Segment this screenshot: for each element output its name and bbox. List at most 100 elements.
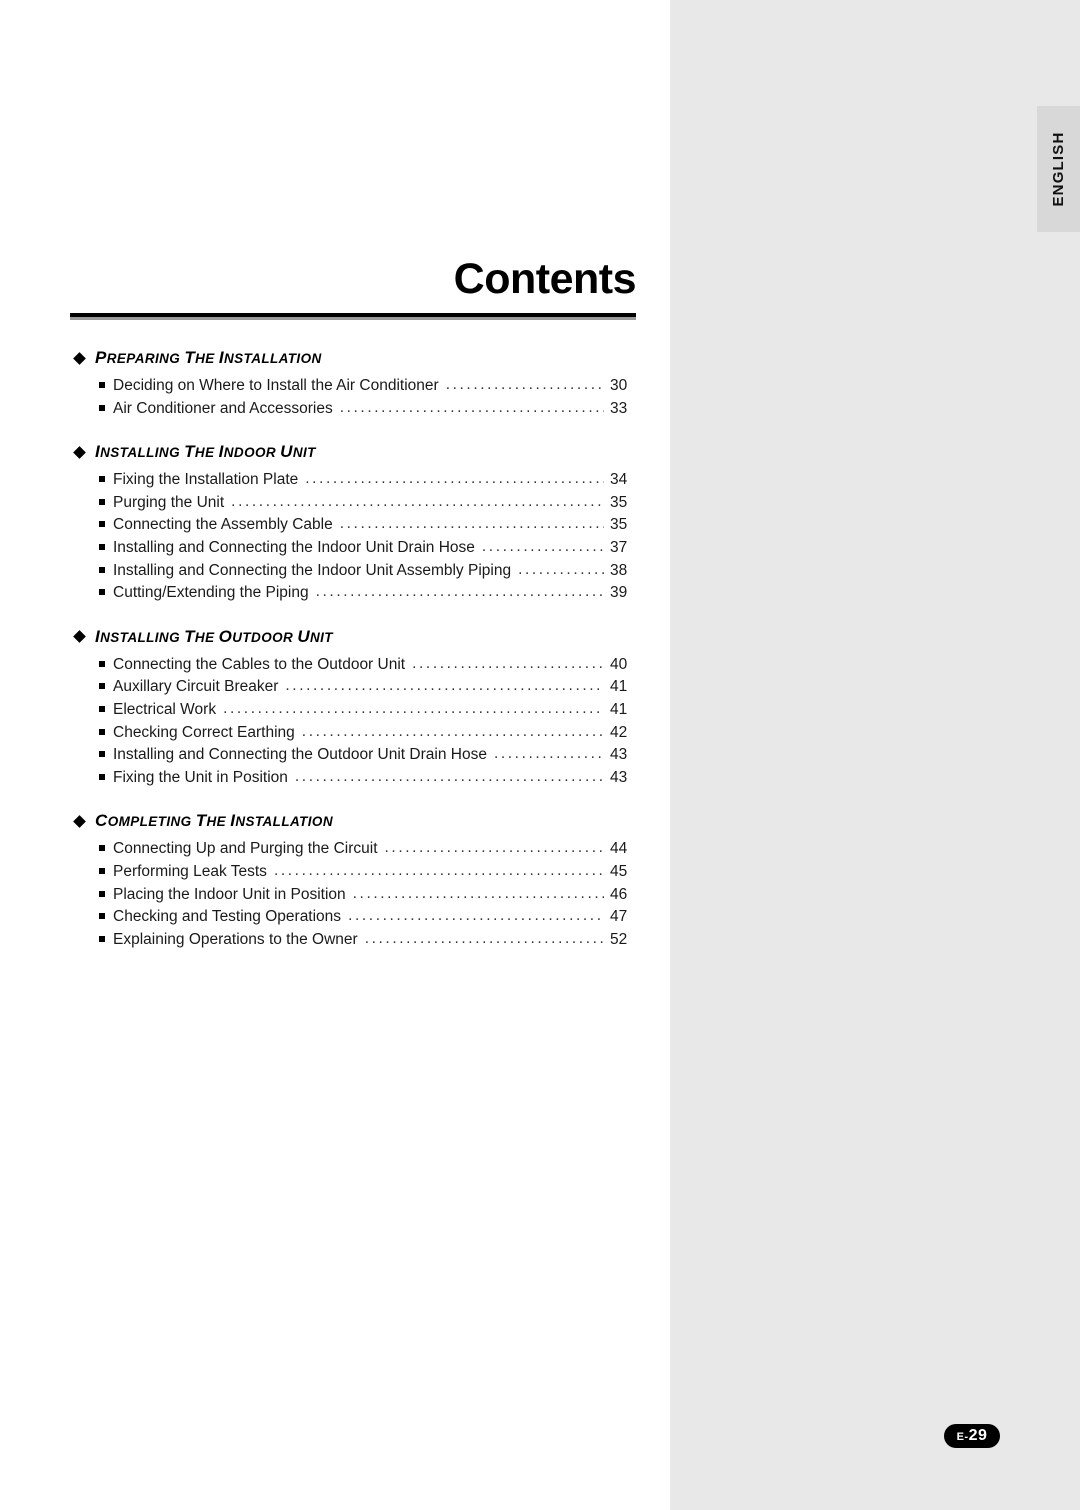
square-bullet-icon <box>99 867 105 874</box>
toc-entry-label: Cutting/Extending the Piping <box>113 584 309 602</box>
diamond-bullet-icon <box>73 351 86 365</box>
toc-entry-page: 45 <box>610 862 628 880</box>
toc-entry-page: 35 <box>610 516 628 534</box>
square-bullet-icon <box>99 382 105 388</box>
toc-entry-page: 43 <box>610 746 628 764</box>
leader-dots: ........................................… <box>481 537 604 555</box>
square-bullet-icon <box>99 521 105 528</box>
square-bullet-icon <box>99 773 105 780</box>
diamond-bullet-icon <box>73 630 86 644</box>
leader-dots: ........................................… <box>445 376 604 393</box>
page-title: Contents <box>453 255 637 303</box>
toc-section-title: COMPLETING THE INSTALLATION <box>95 811 333 831</box>
toc-entry-label: Connecting Up and Purging the Circuit <box>113 840 378 858</box>
square-bullet-icon <box>99 543 105 550</box>
leader-dots: ........................................… <box>285 677 604 695</box>
toc-entry-label: Explaining Operations to the Owner <box>113 930 358 948</box>
square-bullet-icon <box>99 660 105 667</box>
toc-entry-label: Performing Leak Tests <box>113 862 267 880</box>
diamond-bullet-icon <box>73 814 86 828</box>
page-content: Contents PREPARING THE INSTALLATION Decid… <box>0 0 1080 1510</box>
leader-dots: ........................................… <box>352 884 604 902</box>
toc-entry[interactable]: Fixing the Installation Plate...........… <box>99 469 636 492</box>
toc-entry-label: Installing and Connecting the Indoor Uni… <box>113 538 475 556</box>
folio-number: 29 <box>968 1427 988 1444</box>
leader-dots: ........................................… <box>339 515 604 533</box>
toc-entry-page: 40 <box>610 655 628 673</box>
toc-entry-page: 47 <box>610 908 628 926</box>
toc-entry-label: Deciding on Where to Install the Air Con… <box>113 377 439 394</box>
toc-entry-label: Checking and Testing Operations <box>113 908 342 926</box>
toc-entry[interactable]: Fixing the Unit in Position.............… <box>99 767 636 790</box>
toc-entry-label: Electrical Work <box>113 700 217 718</box>
toc-entry[interactable]: Checking Correct Earthing...............… <box>99 722 636 745</box>
toc-entry-label: Placing the Indoor Unit in Position <box>113 885 346 903</box>
toc-section: PREPARING THE INSTALLATION Deciding on Wh… <box>70 348 636 420</box>
toc-entry[interactable]: Air Conditioner and Accessories.........… <box>99 398 636 421</box>
leader-dots: ........................................… <box>384 839 604 857</box>
leader-dots: ........................................… <box>223 699 604 717</box>
toc-entry-label: Checking Correct Earthing <box>113 723 295 741</box>
folio-prefix: E- <box>956 1431 969 1443</box>
toc-entry[interactable]: Electrical Work.........................… <box>99 699 636 722</box>
toc-entry[interactable]: Auxillary Circuit Breaker...............… <box>99 676 636 699</box>
toc-entry[interactable]: Installing and Connecting the Outdoor Un… <box>99 744 636 767</box>
leader-dots: ........................................… <box>364 929 604 947</box>
square-bullet-icon <box>99 498 105 505</box>
square-bullet-icon <box>99 913 105 920</box>
toc-entry-label: Fixing the Installation Plate <box>113 471 299 489</box>
leader-dots: ........................................… <box>294 767 604 785</box>
toc-entry-page: 52 <box>610 930 628 948</box>
toc-entry[interactable]: Connecting Up and Purging the Circuit...… <box>99 838 636 861</box>
toc-entry-page: 41 <box>610 678 628 696</box>
toc-entry-page: 33 <box>610 399 628 417</box>
toc-entry-page: 35 <box>610 493 628 511</box>
toc-section: INSTALLING THE INDOOR UNIT Fixing the Ins… <box>70 442 636 605</box>
toc-entry[interactable]: Checking and Testing Operations.........… <box>99 906 636 929</box>
table-of-contents: PREPARING THE INSTALLATION Deciding on Wh… <box>70 348 636 973</box>
toc-section-title: INSTALLING THE INDOOR UNIT <box>95 442 316 462</box>
toc-entry[interactable]: Installing and Connecting the Indoor Uni… <box>99 560 636 583</box>
square-bullet-icon <box>99 683 105 690</box>
toc-entry[interactable]: Purging the Unit........................… <box>99 492 636 515</box>
toc-entry-page: 43 <box>610 768 628 786</box>
square-bullet-icon <box>99 728 105 735</box>
toc-entry-label: Installing and Connecting the Outdoor Un… <box>113 746 487 764</box>
square-bullet-icon <box>99 890 105 897</box>
toc-section-header: INSTALLING THE OUTDOOR UNIT <box>73 626 636 647</box>
square-bullet-icon <box>99 589 105 596</box>
square-bullet-icon <box>99 404 105 411</box>
leader-dots: ........................................… <box>493 745 604 763</box>
toc-section: COMPLETING THE INSTALLATION Connecting Up… <box>70 811 636 951</box>
diamond-bullet-icon <box>73 445 86 459</box>
toc-entry-page: 42 <box>610 723 628 741</box>
leader-dots: ........................................… <box>339 398 604 416</box>
toc-entry-page: 41 <box>610 700 628 718</box>
toc-entry[interactable]: Cutting/Extending the Piping............… <box>99 582 636 605</box>
toc-entry[interactable]: Installing and Connecting the Indoor Uni… <box>99 537 636 560</box>
leader-dots: ........................................… <box>305 470 604 488</box>
toc-entry-label: Purging the Unit <box>113 493 225 511</box>
toc-entry[interactable]: Explaining Operations to the Owner......… <box>99 929 636 952</box>
toc-entry-label: Auxillary Circuit Breaker <box>113 678 279 696</box>
toc-entry-page: 39 <box>610 584 628 602</box>
toc-section-title: INSTALLING THE OUTDOOR UNIT <box>95 626 333 646</box>
square-bullet-icon <box>99 935 105 942</box>
toc-entry-page: 38 <box>610 561 628 579</box>
page-number-badge: E-29 <box>944 1424 1000 1448</box>
toc-section-title: PREPARING THE INSTALLATION <box>95 348 322 367</box>
square-bullet-icon <box>99 566 105 573</box>
leader-dots: ........................................… <box>518 560 604 578</box>
toc-entry[interactable]: Placing the Indoor Unit in Position.....… <box>99 884 636 907</box>
leader-dots: ........................................… <box>412 654 604 672</box>
leader-dots: ........................................… <box>301 722 604 740</box>
toc-entry[interactable]: Deciding on Where to Install the Air Con… <box>99 375 636 398</box>
toc-section: INSTALLING THE OUTDOOR UNIT Connecting th… <box>70 627 636 790</box>
toc-entry-page: 44 <box>610 840 628 858</box>
toc-section-header: INSTALLING THE INDOOR UNIT <box>73 442 636 462</box>
title-divider <box>70 313 636 320</box>
toc-entry-label: Air Conditioner and Accessories <box>113 399 333 417</box>
toc-entry[interactable]: Performing Leak Tests...................… <box>99 861 636 884</box>
toc-entry[interactable]: Connecting the Assembly Cable...........… <box>99 514 636 537</box>
toc-entry[interactable]: Connecting the Cables to the Outdoor Uni… <box>99 654 636 677</box>
